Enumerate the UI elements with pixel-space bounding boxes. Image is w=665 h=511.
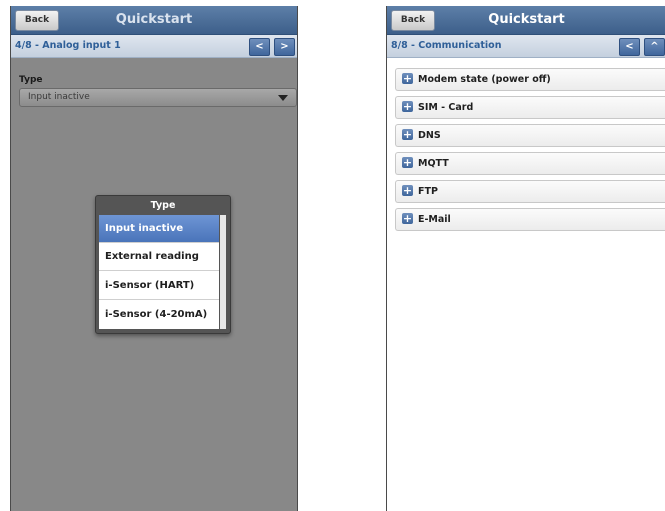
section-email[interactable]: + E-Mail — [395, 208, 665, 231]
option-input-inactive[interactable]: Input inactive — [99, 215, 219, 243]
step-bar: 8/8 - Communication < ^ — [387, 35, 665, 58]
option-i-sensor-4-20ma[interactable]: i-Sensor (4-20mA) — [99, 301, 219, 329]
option-list: Input inactive External reading i-Sensor… — [99, 215, 219, 329]
section-dns[interactable]: + DNS — [395, 124, 665, 147]
section-modem-state[interactable]: + Modem state (power off) — [395, 68, 665, 91]
step-title: 8/8 - Communication — [391, 40, 502, 51]
plus-icon: + — [402, 212, 413, 225]
page-title: Quickstart — [488, 12, 565, 27]
section-label: DNS — [418, 130, 441, 141]
plus-icon: + — [402, 156, 413, 169]
plus-icon: + — [402, 100, 413, 113]
header-bar: Back Quickstart — [11, 6, 297, 35]
chevron-left-icon: < — [625, 41, 634, 52]
section-ftp[interactable]: + FTP — [395, 180, 665, 203]
type-picker-dialog: Type Input inactive External reading i-S… — [95, 195, 231, 334]
type-label: Type — [19, 75, 43, 85]
section-label: SIM - Card — [418, 102, 474, 113]
option-i-sensor-hart[interactable]: i-Sensor (HART) — [99, 272, 219, 300]
header-bar: Back Quickstart — [387, 6, 665, 35]
chevron-up-icon: ^ — [650, 41, 659, 52]
step-bar: 4/8 - Analog input 1 < > — [11, 35, 297, 58]
previous-button[interactable]: < — [619, 38, 640, 56]
scroll-up-button[interactable]: ^ — [644, 38, 665, 56]
page-title: Quickstart — [115, 12, 193, 27]
chevron-right-icon: > — [280, 41, 289, 52]
plus-icon: + — [402, 184, 413, 197]
left-screen: Back Quickstart 4/8 - Analog input 1 < >… — [10, 6, 298, 511]
section-mqtt[interactable]: + MQTT — [395, 152, 665, 175]
plus-icon: + — [402, 72, 413, 85]
section-label: E-Mail — [418, 214, 451, 225]
section-sim-card[interactable]: + SIM - Card — [395, 96, 665, 119]
dialog-title: Type — [150, 200, 176, 211]
chevron-left-icon: < — [255, 41, 264, 52]
back-button[interactable]: Back — [15, 10, 59, 31]
next-button[interactable]: > — [274, 38, 295, 56]
type-select[interactable]: Input inactive — [19, 88, 297, 107]
step-title: 4/8 - Analog input 1 — [15, 40, 121, 51]
option-list-scrollbar[interactable] — [220, 215, 226, 329]
right-screen: Back Quickstart 8/8 - Communication < ^ … — [386, 6, 665, 511]
type-select-value: Input inactive — [28, 92, 90, 102]
previous-button[interactable]: < — [249, 38, 270, 56]
option-external-reading[interactable]: External reading — [99, 243, 219, 271]
section-label: MQTT — [418, 158, 449, 169]
dropdown-arrow-icon — [278, 95, 288, 101]
section-label: Modem state (power off) — [418, 74, 551, 85]
back-button[interactable]: Back — [391, 10, 435, 31]
plus-icon: + — [402, 128, 413, 141]
section-label: FTP — [418, 186, 438, 197]
